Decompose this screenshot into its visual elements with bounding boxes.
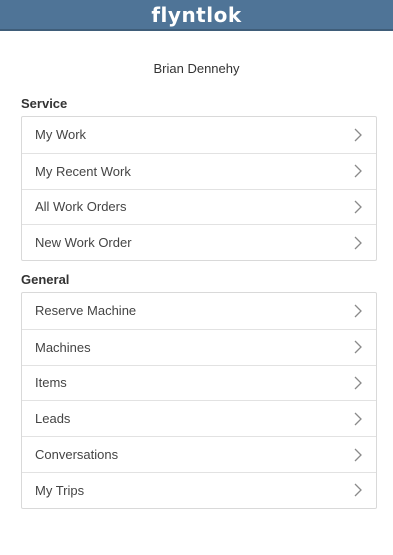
chevron-right-icon: [353, 376, 363, 390]
menu-item-label: My Recent Work: [35, 163, 131, 179]
menu-item-label: Items: [35, 375, 67, 391]
chevron-right-icon: [353, 200, 363, 214]
chevron-right-icon: [353, 340, 363, 354]
menu-item-new-work-order[interactable]: New Work Order: [22, 224, 376, 260]
app-header: flyntlok: [0, 0, 393, 31]
service-menu-list: My Work My Recent Work All Work Orders N…: [21, 116, 377, 262]
menu-item-label: My Trips: [35, 482, 85, 498]
menu-item-label: Reserve Machine: [35, 303, 137, 319]
menu-item-label: Machines: [35, 339, 91, 355]
menu-item-label: Conversations: [35, 447, 119, 463]
menu-item-label: New Work Order: [35, 235, 132, 251]
menu-item-leads[interactable]: Leads: [22, 400, 376, 436]
menu-item-my-trips[interactable]: My Trips: [22, 471, 376, 508]
menu-item-machines[interactable]: Machines: [22, 328, 376, 365]
menu-item-conversations[interactable]: Conversations: [22, 436, 376, 472]
menu-item-all-work-orders[interactable]: All Work Orders: [22, 188, 376, 225]
chevron-right-icon: [353, 164, 363, 178]
chevron-right-icon: [353, 412, 363, 426]
section-title-general: General: [21, 272, 70, 287]
chevron-right-icon: [353, 448, 363, 462]
menu-item-my-work[interactable]: My Work: [22, 117, 376, 153]
menu-item-my-recent-work[interactable]: My Recent Work: [22, 152, 376, 189]
chevron-right-icon: [353, 128, 363, 142]
menu-item-reserve-machine[interactable]: Reserve Machine: [22, 293, 376, 329]
menu-item-label: All Work Orders: [35, 199, 127, 215]
chevron-right-icon: [353, 236, 363, 250]
menu-item-label: Leads: [35, 411, 71, 427]
menu-item-items[interactable]: Items: [22, 364, 376, 401]
chevron-right-icon: [353, 483, 363, 497]
section-title-service: Service: [21, 96, 68, 111]
menu-item-label: My Work: [35, 127, 87, 143]
user-name: Brian Dennehy: [153, 61, 240, 76]
chevron-right-icon: [353, 304, 363, 318]
flyntlok-logo[interactable]: flyntlok: [151, 5, 241, 25]
general-menu-list: Reserve Machine Machines Items Leads Con…: [21, 292, 377, 509]
